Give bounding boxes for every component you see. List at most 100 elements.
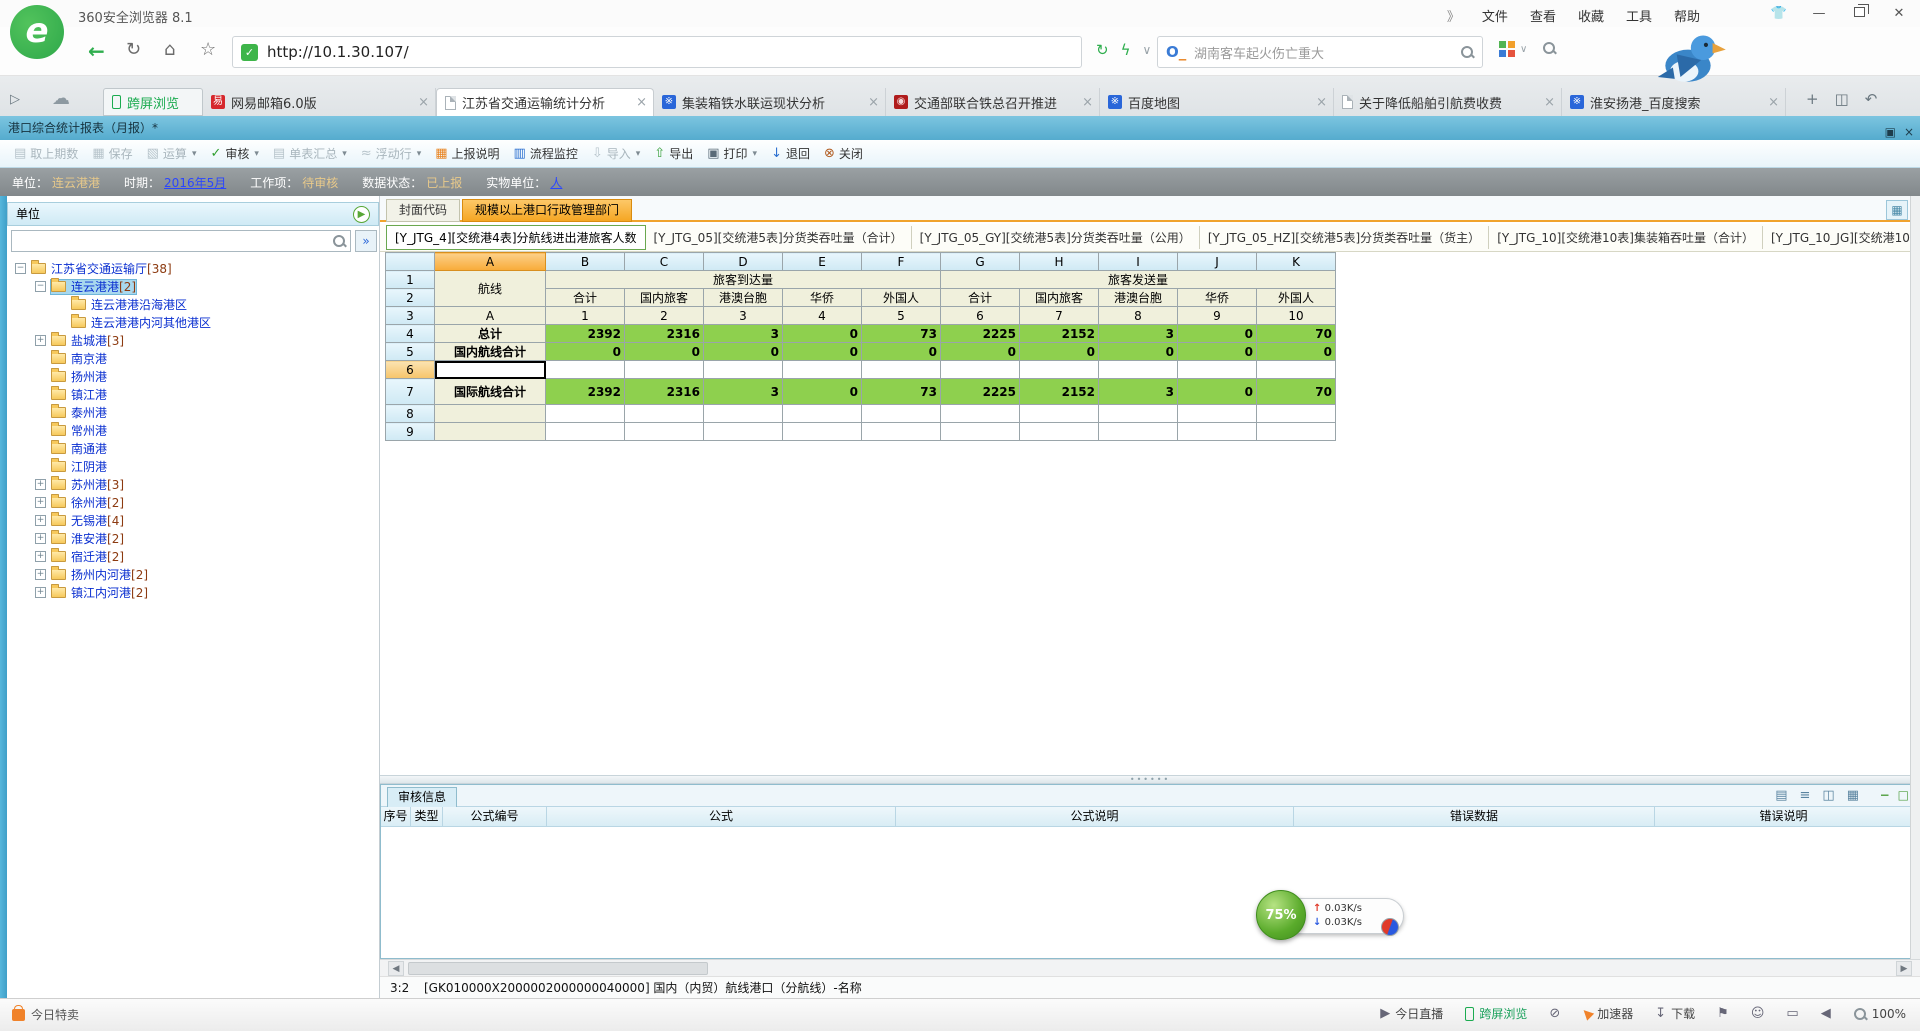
toolbar-button-关闭[interactable]: ⊗关闭 [824, 145, 863, 162]
col-header-G[interactable]: G [941, 253, 1020, 271]
menu-chevron-icon[interactable]: 》 [1447, 6, 1460, 25]
tree-item-连云港港沿海港区[interactable]: 连云港港沿海港区 [7, 296, 379, 314]
data-cell[interactable] [1020, 361, 1099, 379]
code-cell[interactable]: 7 [1020, 307, 1099, 325]
bottom-item-今日直播[interactable]: ▶今日直播 [1380, 1005, 1443, 1022]
data-cell[interactable] [1178, 423, 1257, 441]
audit-filter-icon[interactable]: ≡ [1800, 788, 1811, 803]
sub-header-cell[interactable]: 港澳台胞 [704, 289, 783, 307]
sheet-tab-1[interactable]: [Y_JTG_05][交统港5表]分货类吞吐量（合计） [646, 226, 912, 249]
info-value[interactable]: 2016年5月 [164, 174, 226, 191]
tree-item-徐州港[interactable]: +徐州港[2] [7, 494, 379, 512]
toolbar-button-单表汇总[interactable]: ▤单表汇总▾ [273, 145, 347, 162]
daily-deal-item[interactable]: 今日特卖 [12, 1006, 79, 1023]
data-cell[interactable]: 3 [704, 325, 783, 343]
refresh-button[interactable]: ↻ [126, 39, 141, 60]
skin-button[interactable]: 👕 [1766, 6, 1792, 21]
data-cell[interactable] [1257, 361, 1336, 379]
data-cell[interactable]: 3 [704, 379, 783, 405]
row-label-header-cell[interactable]: 航线 [435, 271, 546, 307]
data-cell[interactable]: 0 [862, 343, 941, 361]
audit-minimize-icon[interactable]: − [1880, 788, 1890, 802]
sub-header-cell[interactable]: 华侨 [783, 289, 862, 307]
data-cell[interactable] [1178, 361, 1257, 379]
row-label-cell[interactable]: 国内航线合计 [435, 343, 546, 361]
sheet-list-button[interactable]: ▦ [1886, 200, 1908, 220]
vertical-scrollbar[interactable] [1910, 196, 1920, 959]
content-tab-封面代码[interactable]: 封面代码 [386, 199, 460, 222]
tab-close-icon[interactable]: × [1768, 95, 1779, 110]
data-cell[interactable]: 0 [783, 343, 862, 361]
tree-item-镇江港[interactable]: 镇江港 [7, 386, 379, 404]
data-cell[interactable]: 0 [546, 343, 625, 361]
sub-header-cell[interactable]: 港澳台胞 [1099, 289, 1178, 307]
search-icon[interactable] [1460, 45, 1474, 59]
data-cell[interactable] [862, 423, 941, 441]
data-cell[interactable]: 0 [1178, 325, 1257, 343]
data-cell[interactable]: 0 [1020, 343, 1099, 361]
browser-tab-5[interactable]: ※百度地图× [1100, 88, 1334, 116]
data-cell[interactable]: 0 [1178, 379, 1257, 405]
row-label-cell[interactable] [435, 423, 546, 441]
data-cell[interactable] [783, 405, 862, 423]
col-header-C[interactable]: C [625, 253, 704, 271]
sheet-tab-4[interactable]: [Y_JTG_10][交统港10表]集装箱吞吐量（合计） [1489, 226, 1763, 249]
data-cell[interactable]: 0 [704, 343, 783, 361]
data-cell[interactable] [941, 361, 1020, 379]
tab-list-button[interactable]: ◫ [1835, 90, 1849, 108]
tab-close-icon[interactable]: × [1082, 95, 1093, 110]
bottom-item-跨屏浏览[interactable]: 跨屏浏览 [1465, 1005, 1527, 1022]
data-cell[interactable] [1257, 423, 1336, 441]
scroll-left-arrow[interactable]: ◀ [388, 961, 404, 976]
data-cell[interactable] [546, 405, 625, 423]
col-header-F[interactable]: F [862, 253, 941, 271]
sheet-tab-0[interactable]: [Y_JTG_4][交统港4表]分航线进出港旅客人数 [386, 225, 646, 250]
toolbar-button-运算[interactable]: ▧运算▾ [147, 145, 197, 162]
row-header-1[interactable]: 1 [386, 271, 435, 289]
spreadsheet-region[interactable]: ABCDEFGHIJK1航线旅客到达量旅客发送量2合计国内旅客港澳台胞华侨外国人… [380, 252, 1920, 775]
tree-item-扬州内河港[interactable]: +扬州内河港[2] [7, 566, 379, 584]
row-label-cell[interactable] [435, 361, 546, 379]
tree-item-镇江内河港[interactable]: +镇江内河港[2] [7, 584, 379, 602]
data-cell[interactable] [1257, 405, 1336, 423]
code-cell[interactable]: 2 [625, 307, 704, 325]
data-cell[interactable] [783, 361, 862, 379]
data-cell[interactable] [546, 361, 625, 379]
sub-header-cell[interactable]: 外国人 [862, 289, 941, 307]
tree-item-盐城港[interactable]: +盐城港[3] [7, 332, 379, 350]
row-header-5[interactable]: 5 [386, 343, 435, 361]
data-cell[interactable]: 0 [783, 379, 862, 405]
sidebar-search-more-button[interactable]: » [355, 230, 377, 252]
expand-icon[interactable]: + [35, 569, 46, 580]
site-shield-icon[interactable]: ✓ [241, 44, 258, 61]
row-label-cell[interactable]: 国际航线合计 [435, 379, 546, 405]
search-box[interactable]: O_ [1157, 36, 1483, 68]
data-cell[interactable]: 3 [1099, 379, 1178, 405]
data-cell[interactable] [1178, 405, 1257, 423]
data-cell[interactable] [625, 423, 704, 441]
code-cell[interactable]: 8 [1099, 307, 1178, 325]
toolbar-button-保存[interactable]: ▦保存 [92, 145, 132, 162]
data-cell[interactable]: 0 [1178, 343, 1257, 361]
expand-icon[interactable]: + [35, 551, 46, 562]
code-cell[interactable]: 9 [1178, 307, 1257, 325]
sub-header-cell[interactable]: 合计 [941, 289, 1020, 307]
tab-close-icon[interactable]: × [868, 95, 879, 110]
browser-tab-6[interactable]: 关于降低船舶引航费收费× [1334, 88, 1562, 116]
reopen-closed-tab-button[interactable]: ↶ [1865, 90, 1878, 108]
data-cell[interactable] [546, 423, 625, 441]
toolbar-button-审核[interactable]: ✓审核▾ [210, 145, 258, 162]
data-cell[interactable]: 2152 [1020, 379, 1099, 405]
data-cell[interactable] [1020, 405, 1099, 423]
data-cell[interactable]: 0 [941, 343, 1020, 361]
data-cell[interactable] [862, 405, 941, 423]
info-value[interactable]: 人 [550, 174, 562, 191]
col-header-K[interactable]: K [1257, 253, 1336, 271]
data-cell[interactable] [941, 423, 1020, 441]
audit-col-公式编号[interactable]: 公式编号 [443, 807, 547, 826]
sub-header-cell[interactable]: 外国人 [1257, 289, 1336, 307]
sheet-tab-2[interactable]: [Y_JTG_05_GY][交统港5表]分货类吞吐量（公用） [912, 226, 1200, 249]
bottom-item-flag[interactable]: ⚑ [1717, 1006, 1729, 1021]
tree-item-泰州港[interactable]: 泰州港 [7, 404, 379, 422]
data-cell[interactable] [704, 405, 783, 423]
